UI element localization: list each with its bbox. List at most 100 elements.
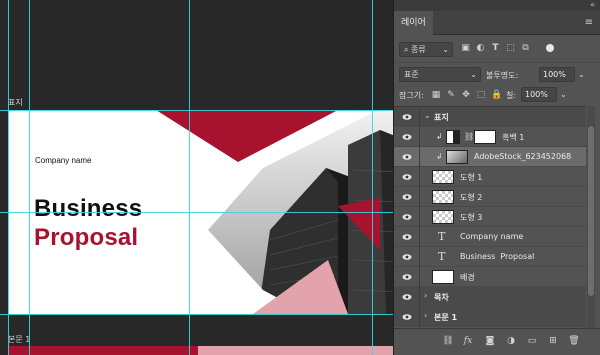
blend-mode-value: 표준 [404, 70, 419, 79]
delete-icon[interactable]: 🗑 [568, 335, 580, 347]
fill-label: 칠: [506, 91, 517, 100]
opacity-value: 100% [543, 70, 566, 79]
layer-text[interactable]: T Business Proposal [394, 247, 586, 267]
layer-name: 도형 3 [460, 213, 483, 222]
title-proposal-text[interactable]: Proposal [34, 224, 138, 252]
lock-artboard-icon[interactable]: ⬚ [476, 90, 486, 100]
layer-list: ⌄ 표지 ↲ ⛓ 흑백 1 ↲ AdobeStock_623452068 도형 [394, 106, 586, 328]
layer-group-toc[interactable]: › 목차 [394, 287, 586, 307]
eye-icon[interactable] [402, 212, 412, 222]
layer-name: Business Proposal [460, 252, 535, 261]
eye-icon[interactable] [402, 192, 412, 202]
chevron-right-icon[interactable]: › [424, 291, 427, 300]
eye-icon[interactable] [402, 132, 412, 142]
eye-icon[interactable] [402, 272, 412, 282]
panel-menu-icon[interactable]: ≡ [585, 17, 593, 28]
title-business-text[interactable]: Business [34, 195, 142, 223]
link-icon[interactable]: ⛓ [442, 335, 454, 347]
lock-image-icon[interactable]: ✎ [446, 90, 456, 100]
layer-shape[interactable]: 도형 3 [394, 207, 586, 227]
eye-icon[interactable] [402, 112, 412, 122]
opacity-field[interactable]: 100% [539, 67, 575, 82]
lock-label: 잠그기: [399, 91, 424, 100]
filter-kind-label: 종류 [411, 45, 426, 54]
scrollbar-thumb[interactable] [588, 126, 594, 296]
layer-name: AdobeStock_623452068 [474, 152, 572, 161]
layer-background[interactable]: 배경 [394, 267, 586, 287]
layers-panel: « 레이어 ≡ ⌕ 종류 ⌄ ▣ ◐ T ⬚ ⧉ 표준 ⌄ 불투명도: 100%… [393, 0, 600, 355]
layer-group-cover[interactable]: ⌄ 표지 [394, 107, 586, 127]
layer-filter-row: ⌕ 종류 ⌄ ▣ ◐ T ⬚ ⧉ [394, 38, 600, 60]
company-name-text[interactable]: Company name [35, 156, 91, 165]
artboard-label-cover[interactable]: 표지 [8, 97, 23, 108]
panel-footer: ⛓ fx ◙ ◑ ▭ ⊞ 🗑 [394, 328, 600, 355]
mask-icon[interactable]: ◙ [484, 335, 496, 347]
eye-icon[interactable] [402, 252, 412, 262]
panel-header: 레이어 ≡ [394, 11, 600, 35]
fill-thumbnail [432, 270, 454, 284]
layer-smart-object[interactable]: ↲ AdobeStock_623452068 [394, 147, 586, 167]
lock-position-icon[interactable]: ✥ [461, 90, 471, 100]
eye-icon[interactable] [402, 292, 412, 302]
blend-row: 표준 ⌄ 불투명도: 100% ⌄ [394, 62, 600, 84]
shape-filter-icon[interactable]: ⬚ [505, 43, 516, 54]
chevron-down-icon[interactable]: ⌄ [560, 90, 567, 99]
guide-vertical[interactable] [29, 0, 30, 355]
filter-kind-select[interactable]: ⌕ 종류 ⌄ [399, 42, 453, 57]
fill-field[interactable]: 100% [521, 87, 557, 102]
guide-vertical[interactable] [372, 0, 373, 355]
chevron-down-icon[interactable]: ⌄ [578, 70, 585, 79]
guide-vertical[interactable] [8, 0, 9, 355]
eye-icon[interactable] [402, 312, 412, 322]
layer-name: 배경 [460, 273, 475, 282]
lock-transparency-icon[interactable]: ▦ [431, 90, 441, 100]
clipping-arrow-icon: ↲ [436, 152, 443, 161]
shape-thumbnail [432, 170, 454, 184]
layer-shape[interactable]: 도형 1 [394, 167, 586, 187]
layer-text[interactable]: T Company name [394, 227, 586, 247]
chevron-down-icon[interactable]: ⌄ [424, 111, 431, 120]
tab-layers[interactable]: 레이어 [394, 11, 433, 35]
layer-name: 도형 2 [460, 193, 483, 202]
adjustment-filter-icon[interactable]: ◐ [475, 43, 486, 54]
chevron-down-icon: ⌄ [442, 45, 449, 54]
smart-object-filter-icon[interactable]: ⧉ [520, 43, 531, 54]
shape-thumbnail [432, 190, 454, 204]
layer-shape[interactable]: 도형 2 [394, 187, 586, 207]
eye-icon[interactable] [402, 232, 412, 242]
layer-name: 흑백 1 [502, 133, 525, 142]
fx-icon[interactable]: fx [462, 335, 474, 347]
guide-vertical[interactable] [189, 0, 190, 355]
layer-name: 도형 1 [460, 173, 483, 182]
eye-icon[interactable] [402, 172, 412, 182]
shape-thumbnail [432, 210, 454, 224]
artboard-label-body1[interactable]: 본문 1 [8, 334, 30, 345]
opacity-label: 불투명도: [486, 71, 519, 80]
layer-group-body1[interactable]: › 본문 1 [394, 307, 586, 327]
text-layer-icon: T [438, 250, 446, 263]
layer-name: Company name [460, 232, 524, 241]
collapse-panel-icon[interactable]: « [590, 0, 595, 9]
blend-mode-select[interactable]: 표준 ⌄ [399, 67, 481, 82]
type-filter-icon[interactable]: T [490, 43, 501, 54]
fill-value: 100% [525, 90, 548, 99]
layer-name: 본문 1 [434, 313, 458, 322]
adjustment-thumbnail-icon [446, 130, 460, 144]
eye-icon[interactable] [402, 152, 412, 162]
text-layer-icon: T [438, 230, 446, 243]
layer-name: 표지 [434, 113, 449, 122]
search-icon: ⌕ [404, 45, 409, 54]
panel-dock-bar: « [394, 0, 600, 11]
artboard-body1[interactable] [8, 346, 400, 355]
smart-object-thumbnail [446, 150, 468, 164]
clipping-arrow-icon: ↲ [436, 132, 443, 141]
image-filter-icon[interactable]: ▣ [460, 43, 471, 54]
layer-adjustment[interactable]: ↲ ⛓ 흑백 1 [394, 127, 586, 147]
chevron-right-icon[interactable]: › [424, 311, 427, 320]
layers-scrollbar[interactable] [587, 106, 595, 328]
group-icon[interactable]: ▭ [526, 335, 538, 347]
filter-toggle[interactable] [546, 44, 554, 52]
new-layer-icon[interactable]: ⊞ [547, 335, 559, 347]
lock-all-icon[interactable]: 🔒 [491, 90, 502, 100]
adjustment-icon[interactable]: ◑ [505, 335, 517, 347]
